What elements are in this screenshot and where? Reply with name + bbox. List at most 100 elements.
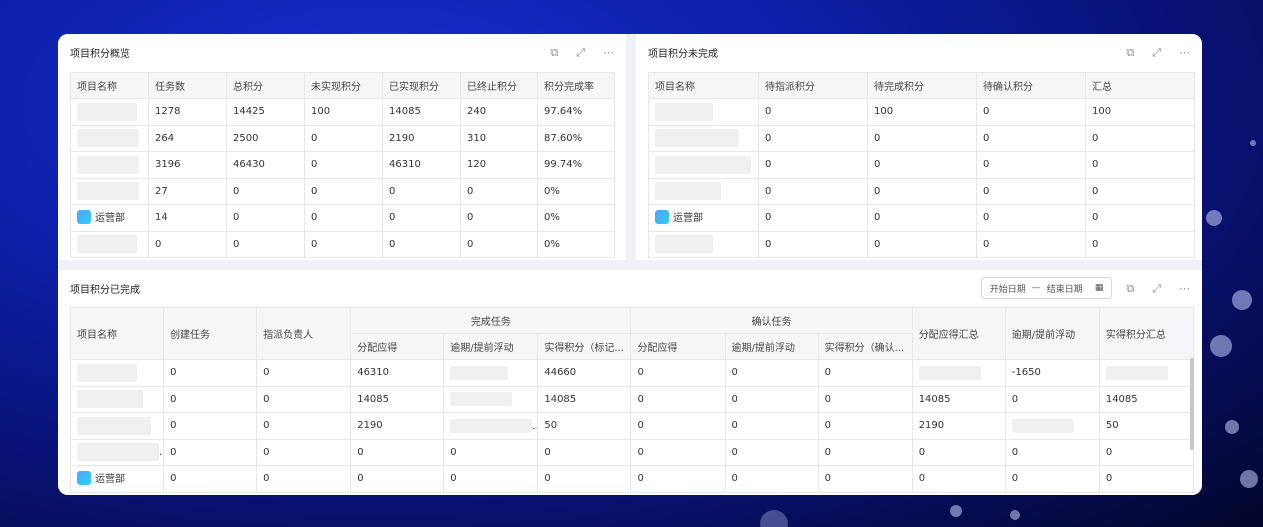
table-cell: 0 — [256, 385, 352, 413]
table-row[interactable]: 0 0 0 0 — [648, 151, 1195, 179]
end-date-input[interactable]: 结束日期 — [1047, 282, 1083, 295]
export-icon[interactable]: ⧉ — [1126, 47, 1134, 58]
table-cell: 0 — [226, 230, 305, 258]
panel-title: 项目积分未完成 — [648, 48, 718, 60]
table-cell: 240 — [460, 98, 538, 126]
table-row[interactable]: 运营部 14 0 0 0 0 0% — [70, 204, 615, 232]
panel-toolbar: ⧉ ⤢ ⋯ — [1126, 47, 1190, 58]
table-cell: 0 — [630, 438, 726, 466]
column-header: 项目名称 — [70, 72, 149, 99]
table-row[interactable]: 0 100 0 100 — [648, 98, 1195, 126]
redacted-name — [655, 182, 721, 201]
export-icon[interactable]: ⧉ — [550, 47, 558, 58]
table-cell: 44660 — [537, 359, 632, 387]
table-cell: 27 — [148, 177, 227, 205]
table-cell: 0 — [867, 124, 977, 152]
dept-name: 运营部 — [95, 213, 125, 224]
table-row[interactable]: 0 0 0 0 — [648, 177, 1195, 205]
table-scrollbar[interactable] — [1190, 358, 1194, 450]
table-cell: 0 — [460, 177, 538, 205]
table-cell: 0 — [304, 151, 383, 179]
table-row[interactable]: 3196 46430 0 46310 120 99.74% — [70, 151, 615, 179]
table-cell: 14085 — [1098, 385, 1195, 413]
table-cell: 14085 — [382, 98, 461, 126]
project-name-cell — [70, 230, 149, 258]
table-row[interactable]: 0 0 0 0 0 0% — [70, 230, 615, 258]
table-row[interactable]: 27 0 0 0 0 0% — [70, 177, 615, 205]
redacted-value — [918, 365, 981, 380]
table-row[interactable]: 0 0 0 0 — [648, 230, 1195, 258]
column-header: 任务数 — [148, 72, 227, 99]
dept-icon — [77, 470, 91, 485]
expand-icon[interactable]: ⤢ — [1152, 47, 1161, 58]
table-row[interactable]: 0 0 14085 14085 0 0 0 14085 0 14085 — [69, 385, 1195, 413]
calendar-icon[interactable]: ▦ — [1095, 283, 1104, 293]
table-row[interactable]: 运营部 0 0 0 0 — [648, 204, 1195, 232]
table-row[interactable]: 0 0 0 0 0 0 0 0 0 0 0 — [69, 438, 1195, 466]
table-cell: 0 — [382, 204, 461, 232]
project-name-cell — [70, 124, 149, 152]
start-date-input[interactable]: 开始日期 — [990, 282, 1026, 295]
table-cell: 0 — [630, 412, 726, 440]
table-row[interactable]: 0 0 0 0 — [648, 124, 1195, 152]
table-cell: 46310 — [382, 151, 461, 179]
column-header: 待完成积分 — [867, 72, 977, 99]
table-row[interactable]: 264 2500 0 2190 310 87.60% — [70, 124, 615, 152]
table-cell: 0 — [256, 359, 352, 387]
project-name-cell — [69, 359, 165, 387]
table-header-row: 项目名称 创建任务 指派负责人 完成任务 确认任务 分配应得汇总 逾期/提前浮动… — [69, 307, 1195, 360]
table-cell: 0 — [460, 230, 538, 258]
redacted-value — [450, 365, 509, 380]
table-cell: 120 — [460, 151, 538, 179]
table-cell: 0 — [382, 177, 461, 205]
table-cell: 0 — [976, 98, 1086, 126]
column-group-header: 完成任务 — [350, 307, 632, 334]
column-header: 积分完成率 — [537, 72, 615, 99]
expand-icon[interactable]: ⤢ — [576, 47, 585, 58]
table-cell: 310 — [460, 124, 538, 152]
table-cell — [911, 359, 1006, 387]
dept-icon — [77, 209, 91, 224]
project-name-cell — [70, 177, 149, 205]
table-cell: 0 — [724, 359, 819, 387]
incomplete-table: 项目名称 待指派积分 待完成积分 待确认积分 汇总 0 100 0 100 0 … — [648, 72, 1195, 258]
table-cell: 14085 — [537, 385, 632, 413]
table-row[interactable]: 0 0 46310 44660 0 0 0 -1650 — [69, 359, 1195, 387]
table-cell: 0 — [817, 385, 913, 413]
table-cell: 99.74% — [537, 151, 615, 179]
column-header: 汇总 — [1085, 72, 1195, 99]
table-cell: 0 — [1098, 438, 1195, 466]
table-row[interactable]: 1278 14425 100 14085 240 97.64% — [70, 98, 615, 126]
date-range-picker[interactable]: 开始日期 — 结束日期 ▦ — [980, 277, 1113, 299]
column-header: 创建任务 — [163, 307, 258, 360]
table-cell: 0 — [382, 230, 461, 258]
export-icon[interactable]: ⧉ — [1126, 283, 1134, 294]
table-cell: 0 — [163, 412, 258, 440]
table-row[interactable]: 0 0 2190 50 0 0 0 2190 50 — [69, 412, 1195, 440]
table-cell: 0 — [867, 151, 977, 179]
table-cell: 0% — [537, 204, 615, 232]
table-cell: 2190 — [382, 124, 461, 152]
table-cell: 0 — [1085, 151, 1195, 179]
panel-header: 项目积分未完成 ⧉ ⤢ ⋯ — [636, 34, 1202, 70]
redacted-name — [77, 235, 137, 254]
table-cell: 0 — [724, 412, 819, 440]
table-cell: 3196 — [148, 151, 227, 179]
more-icon[interactable]: ⋯ — [603, 47, 614, 58]
table-cell: 0 — [1085, 230, 1195, 258]
more-icon[interactable]: ⋯ — [1179, 47, 1190, 58]
column-header: 实得积分（标记... — [537, 333, 632, 360]
project-name-cell — [648, 124, 759, 152]
more-icon[interactable]: ⋯ — [1179, 283, 1190, 294]
table-row[interactable]: 运营部 0 0 0 0 0 0 0 0 0 0 0 — [69, 465, 1195, 493]
panel-overview: 项目积分概览 ⧉ ⤢ ⋯ 项目名称 任务数 总积分 未实现积分 已实现积分 已终… — [58, 34, 626, 260]
table-cell: 0 — [976, 230, 1086, 258]
expand-icon[interactable]: ⤢ — [1152, 283, 1161, 294]
table-cell: 0 — [911, 465, 1006, 493]
project-name-cell — [70, 98, 149, 126]
table-cell: 46310 — [350, 359, 445, 387]
dept-icon — [655, 209, 669, 224]
table-cell: 0 — [758, 151, 868, 179]
redacted-name — [655, 129, 739, 148]
redacted-name — [77, 155, 139, 174]
